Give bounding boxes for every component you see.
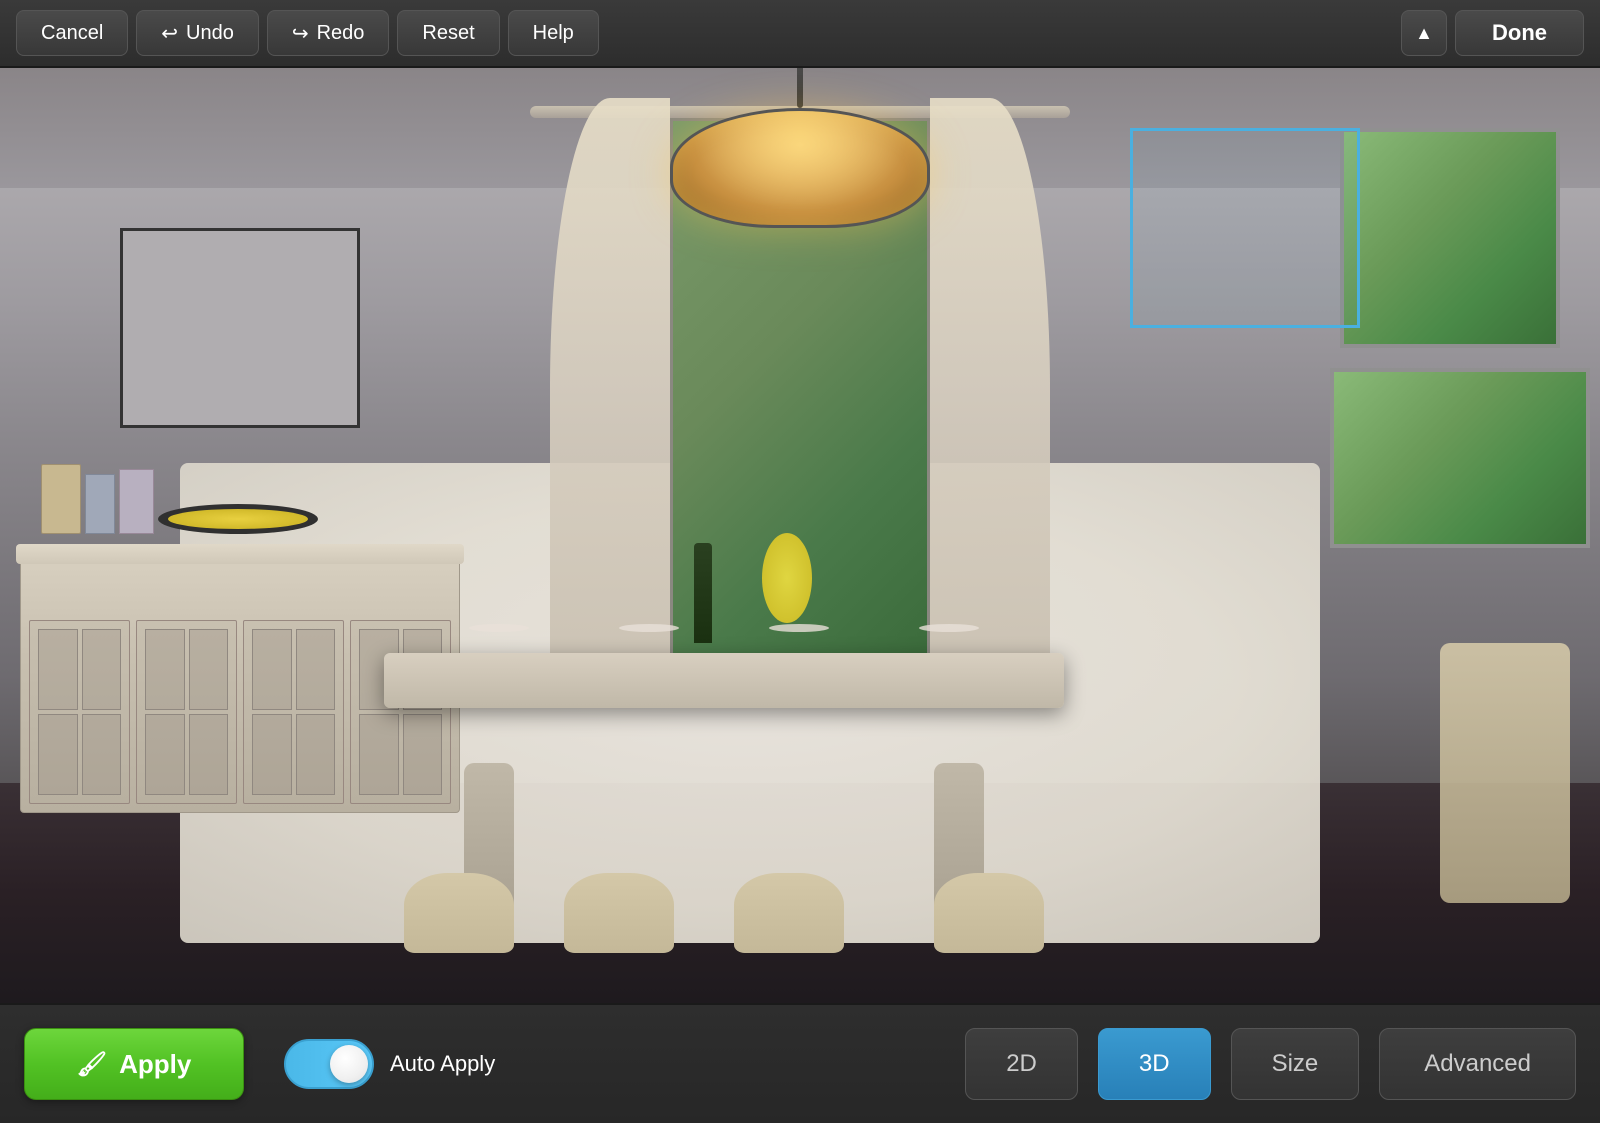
plate <box>469 624 529 632</box>
done-button[interactable]: Done <box>1455 10 1584 56</box>
window-right-upper <box>1340 128 1560 348</box>
chair-front-1 <box>404 873 514 953</box>
door-pane <box>145 714 185 795</box>
auto-apply-toggle[interactable] <box>284 1039 374 1089</box>
table-surface <box>384 653 1064 708</box>
plate <box>619 624 679 632</box>
selection-box[interactable] <box>1130 128 1360 328</box>
door-pane <box>82 714 122 795</box>
door-pane <box>189 714 229 795</box>
door-pane <box>82 629 122 710</box>
wall-frame[interactable] <box>120 228 360 428</box>
door-pane <box>296 714 336 795</box>
book-3 <box>119 469 154 534</box>
table-settings <box>424 603 1024 653</box>
paint-icon: 🖌 <box>77 1050 107 1079</box>
undo-icon: ↩ <box>161 21 178 46</box>
chandelier <box>670 68 930 228</box>
right-windows <box>1330 128 1600 548</box>
door-pane <box>296 629 336 710</box>
cancel-button[interactable]: Cancel <box>16 10 128 56</box>
reset-button[interactable]: Reset <box>397 10 499 56</box>
advanced-button[interactable]: Advanced <box>1379 1028 1576 1100</box>
door-pane <box>189 629 229 710</box>
top-toolbar: Cancel ↩ Undo ↪ Redo Reset Help ▲ Done <box>0 0 1600 68</box>
wine-bottle <box>694 543 712 643</box>
view-3d-button[interactable]: 3D <box>1098 1028 1211 1100</box>
door-pane <box>252 629 292 710</box>
book-1 <box>41 464 81 534</box>
view-2d-button[interactable]: 2D <box>965 1028 1078 1100</box>
undo-button[interactable]: ↩ Undo <box>136 10 259 56</box>
door-pane <box>38 629 78 710</box>
plate <box>919 624 979 632</box>
sideboard-door-2 <box>136 620 237 804</box>
plate <box>769 624 829 632</box>
chandelier-chain <box>797 68 803 108</box>
window-right-lower <box>1330 368 1590 548</box>
apply-button[interactable]: 🖌 Apply <box>24 1028 244 1100</box>
sideboard-top <box>16 544 464 564</box>
auto-apply-area: Auto Apply <box>284 1039 495 1089</box>
door-pane <box>252 714 292 795</box>
dining-area <box>344 573 1104 923</box>
door-pane <box>145 629 185 710</box>
book-2 <box>85 474 115 534</box>
toggle-thumb <box>330 1045 368 1083</box>
bottom-toolbar: 🖌 Apply Auto Apply 2D 3D Size Advanced <box>0 1003 1600 1123</box>
auto-apply-label: Auto Apply <box>390 1051 495 1077</box>
chandelier-body <box>670 108 930 228</box>
redo-button[interactable]: ↪ Redo <box>267 10 390 56</box>
flower-vase <box>762 533 812 623</box>
door-pane <box>38 714 78 795</box>
collapse-button[interactable]: ▲ <box>1401 10 1447 56</box>
chair-front-2 <box>564 873 674 953</box>
sideboard-door-1 <box>29 620 130 804</box>
sideboard-door-3 <box>243 620 344 804</box>
redo-icon: ↪ <box>292 21 309 46</box>
fruit-bowl <box>158 504 318 534</box>
chair-front-4 <box>934 873 1044 953</box>
chair-front-3 <box>734 873 844 953</box>
scene-viewport[interactable] <box>0 68 1600 1003</box>
size-button[interactable]: Size <box>1231 1028 1360 1100</box>
chair-right-side <box>1440 643 1570 903</box>
help-button[interactable]: Help <box>508 10 599 56</box>
sideboard-decor <box>41 464 318 534</box>
